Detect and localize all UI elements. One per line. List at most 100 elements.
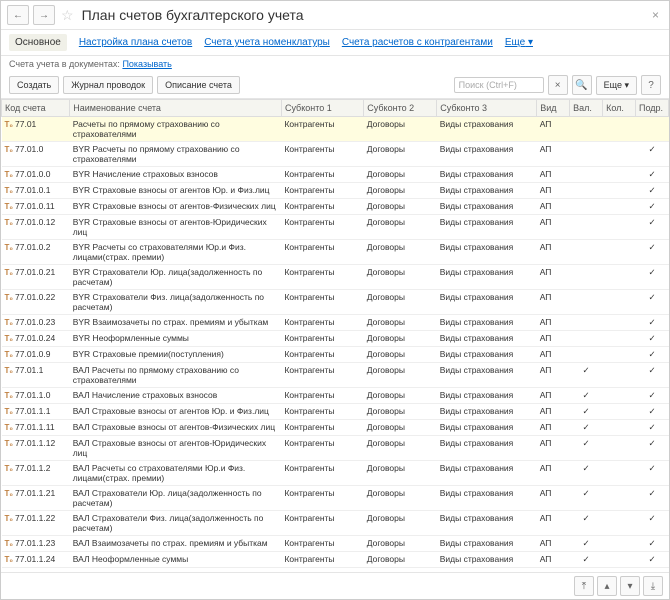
header-vid[interactable]: Вид — [537, 100, 570, 117]
table-row[interactable]: T₀77.01.0.9BYR Страховые премии(поступле… — [2, 347, 669, 363]
table-row[interactable]: T₀77.01.1.24ВАЛ Неоформленные суммыКонтр… — [2, 552, 669, 568]
search-input[interactable]: Поиск (Ctrl+F) — [454, 77, 544, 93]
cell-s3: Виды страхования — [437, 552, 537, 568]
cell-val — [570, 331, 603, 347]
cell-kol — [603, 315, 636, 331]
cell-s1: Контрагенты — [281, 167, 363, 183]
account-icon: T₀ — [5, 268, 14, 277]
tab-more[interactable]: Еще ▾ — [505, 37, 533, 48]
scroll-up-icon[interactable]: ▴ — [597, 576, 617, 596]
scroll-top-icon[interactable]: ⤒ — [574, 576, 594, 596]
tab-settings[interactable]: Настройка плана счетов — [79, 37, 192, 48]
cell-code: T₀77.01.1.23 — [2, 536, 70, 552]
tab-main[interactable]: Основное — [9, 34, 67, 51]
header-name[interactable]: Наименование счета — [70, 100, 282, 117]
table-row[interactable]: T₀77.01.1.2ВАЛ Расчеты со страхователями… — [2, 461, 669, 486]
table-row[interactable]: T₀77.01.0.2BYR Расчеты со страхователями… — [2, 240, 669, 265]
accounts-grid[interactable]: Код счета Наименование счета Субконто 1 … — [1, 99, 669, 572]
scroll-down-icon[interactable]: ▾ — [620, 576, 640, 596]
account-icon: T₀ — [5, 464, 14, 473]
cell-name: BYR Расчеты по прямому страхованию со ст… — [70, 142, 282, 167]
table-row[interactable]: T₀77.01.1.11ВАЛ Страховые взносы от аген… — [2, 420, 669, 436]
header-s2[interactable]: Субконто 2 — [364, 100, 437, 117]
cell-s3: Виды страхования — [437, 215, 537, 240]
cell-code: T₀77.01.1.24 — [2, 552, 70, 568]
table-row[interactable]: T₀77.01.1.23ВАЛ Взаимозачеты по страх. п… — [2, 536, 669, 552]
cell-code: T₀77.01.0.0 — [2, 167, 70, 183]
table-row[interactable]: T₀77.01.1.12ВАЛ Страховые взносы от аген… — [2, 436, 669, 461]
table-row[interactable]: T₀77.01.0.23BYR Взаимозачеты по страх. п… — [2, 315, 669, 331]
forward-button[interactable]: → — [33, 5, 55, 25]
table-row[interactable]: T₀77.01.0.1BYR Страховые взносы от агент… — [2, 183, 669, 199]
table-row[interactable]: T₀77.01.0.21BYR Страхователи Юр. лица(за… — [2, 265, 669, 290]
scroll-bottom-icon[interactable]: ⤓ — [643, 576, 663, 596]
cell-vid: АП — [537, 420, 570, 436]
cell-s3: Виды страхования — [437, 511, 537, 536]
cell-s2: Договоры — [364, 331, 437, 347]
cell-s3: Виды страхования — [437, 388, 537, 404]
cell-s2: Договоры — [364, 461, 437, 486]
cell-name: ВАЛ Страховые взносы от агентов-Юридичес… — [70, 436, 282, 461]
table-row[interactable]: T₀77.01.0.11BYR Страховые взносы от аген… — [2, 199, 669, 215]
titlebar: ← → ☆ План счетов бухгалтерского учета × — [1, 1, 669, 30]
cell-kol — [603, 363, 636, 388]
header-podr[interactable]: Подр. — [636, 100, 669, 117]
cell-val: ✓ — [570, 552, 603, 568]
table-row[interactable]: T₀77.01.0.22BYR Страхователи Физ. лица(з… — [2, 290, 669, 315]
header-s3[interactable]: Субконто 3 — [437, 100, 537, 117]
account-icon: T₀ — [5, 202, 14, 211]
cell-vid: АП — [537, 536, 570, 552]
table-row[interactable]: T₀77.01.1ВАЛ Расчеты по прямому страхова… — [2, 363, 669, 388]
table-row[interactable]: T₀77.01.0.12BYR Страховые взносы от аген… — [2, 215, 669, 240]
cell-code: T₀77.01.0.23 — [2, 315, 70, 331]
cell-podr: ✓ — [636, 240, 669, 265]
journal-button[interactable]: Журнал проводок — [63, 76, 153, 94]
cell-kol — [603, 404, 636, 420]
cell-s2: Договоры — [364, 404, 437, 420]
table-row[interactable]: T₀77.01Расчеты по прямому страхованию со… — [2, 117, 669, 142]
header-val[interactable]: Вал. — [570, 100, 603, 117]
help-icon[interactable]: ? — [641, 75, 661, 95]
cell-name: BYR Страховые взносы от агентов Юр. и Фи… — [70, 183, 282, 199]
table-row[interactable]: T₀77.01.0.24BYR Неоформленные суммыКонтр… — [2, 331, 669, 347]
create-button[interactable]: Создать — [9, 76, 59, 94]
cell-s3: Виды страхования — [437, 363, 537, 388]
account-icon: T₀ — [5, 243, 14, 252]
grid-header-row: Код счета Наименование счета Субконто 1 … — [2, 100, 669, 117]
cell-s1: Контрагенты — [281, 536, 363, 552]
table-row[interactable]: T₀77.01.0BYR Расчеты по прямому страхова… — [2, 142, 669, 167]
table-row[interactable]: T₀77.01.1.0ВАЛ Начисление страховых взно… — [2, 388, 669, 404]
header-code[interactable]: Код счета — [2, 100, 70, 117]
table-row[interactable]: T₀77.01.1.22ВАЛ Страхователи Физ. лица(з… — [2, 511, 669, 536]
table-row[interactable]: T₀77.01.1.1ВАЛ Страховые взносы от агент… — [2, 404, 669, 420]
table-row[interactable]: T₀77.01.0.0BYR Начисление страховых взно… — [2, 167, 669, 183]
account-icon: T₀ — [5, 555, 14, 564]
search-icon[interactable]: 🔍 — [572, 75, 592, 95]
header-s1[interactable]: Субконто 1 — [281, 100, 363, 117]
cell-name: ВАЛ Начисление страховых взносов — [70, 388, 282, 404]
cell-kol — [603, 183, 636, 199]
tab-contragents[interactable]: Счета расчетов с контрагентами — [342, 37, 493, 48]
cell-s1: Контрагенты — [281, 142, 363, 167]
subbar-link[interactable]: Показывать — [122, 59, 171, 69]
cell-vid: АП — [537, 552, 570, 568]
table-row[interactable]: T₀77.01.1.21ВАЛ Страхователи Юр. лица(за… — [2, 486, 669, 511]
description-button[interactable]: Описание счета — [157, 76, 240, 94]
close-icon[interactable]: × — [648, 8, 663, 22]
cell-kol — [603, 240, 636, 265]
star-icon[interactable]: ☆ — [61, 7, 74, 24]
cell-vid: АП — [537, 290, 570, 315]
tab-nomenclature[interactable]: Счета учета номенклатуры — [204, 37, 330, 48]
cell-name: ВАЛ Расчеты по прямому страхованию со ст… — [70, 363, 282, 388]
tab-bar: Основное Настройка плана счетов Счета уч… — [1, 30, 669, 56]
more-button[interactable]: Еще ▾ — [596, 76, 637, 95]
cell-val: ✓ — [570, 536, 603, 552]
cell-s1: Контрагенты — [281, 363, 363, 388]
cell-kol — [603, 552, 636, 568]
cell-val: ✓ — [570, 511, 603, 536]
cell-s3: Виды страхования — [437, 436, 537, 461]
back-button[interactable]: ← — [7, 5, 29, 25]
header-kol[interactable]: Кол. — [603, 100, 636, 117]
cell-code: T₀77.01.0.12 — [2, 215, 70, 240]
clear-search-icon[interactable]: × — [548, 75, 568, 95]
